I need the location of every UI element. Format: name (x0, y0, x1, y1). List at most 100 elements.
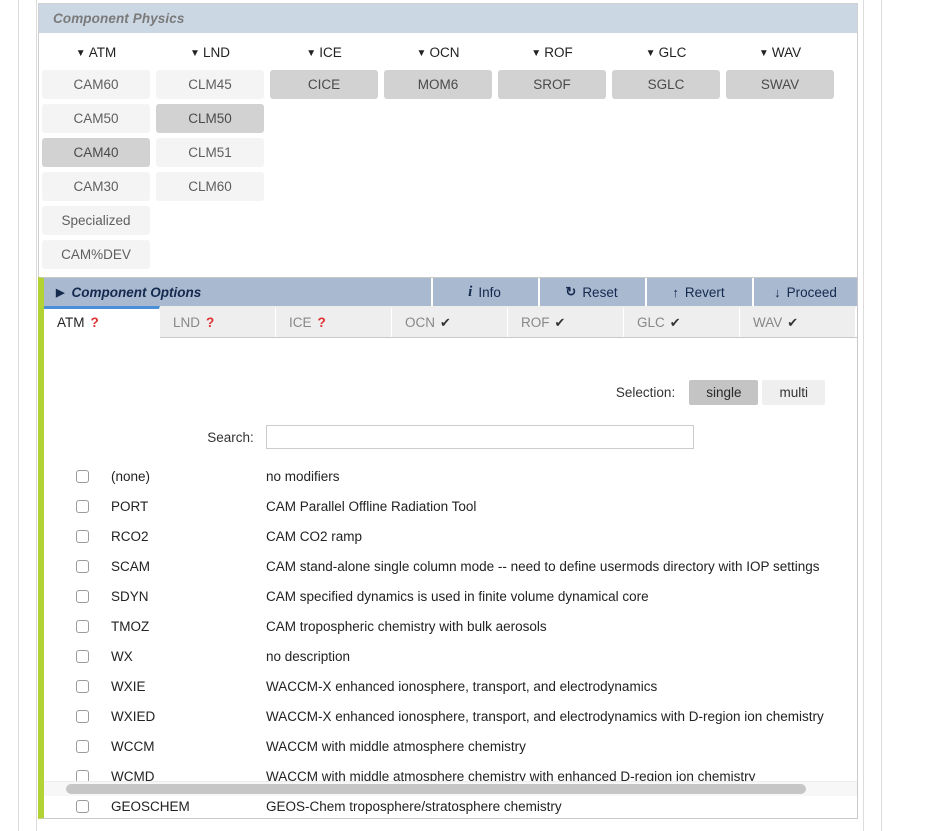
tab-label: ROF (521, 315, 550, 330)
checkbox-wxie[interactable] (76, 680, 89, 693)
triangle-down-icon: ▼ (306, 48, 316, 59)
physics-option-cam60[interactable]: CAM60 (42, 70, 150, 99)
info-button[interactable]: iInfo (431, 278, 536, 306)
triangle-down-icon: ▼ (76, 48, 86, 59)
physics-option-clm51[interactable]: CLM51 (156, 138, 264, 167)
tab-check-icon: ✔ (787, 315, 798, 330)
option-description: CAM CO2 ramp (266, 529, 362, 544)
tab-atm[interactable]: ATM? (44, 306, 160, 338)
revert-up-arrow-icon: ↑ (672, 285, 679, 300)
physics-option-specialized[interactable]: Specialized (42, 206, 150, 235)
tab-label: ATM (57, 315, 85, 330)
horizontal-scrollbar-thumb[interactable] (66, 784, 806, 794)
physics-option-clm50[interactable]: CLM50 (156, 104, 264, 133)
checkbox-wxied[interactable] (76, 710, 89, 723)
physics-column-header-wav[interactable]: ▼WAV (723, 33, 837, 70)
physics-option-swav[interactable]: SWAV (726, 70, 834, 99)
checkbox-scam[interactable] (76, 560, 89, 573)
physics-option-cam40[interactable]: CAM40 (42, 138, 150, 167)
physics-column-header-ocn[interactable]: ▼OCN (381, 33, 495, 70)
tab-question-icon: ? (318, 315, 326, 330)
checkbox--none-[interactable] (76, 470, 89, 483)
option-row[interactable]: WCCMWACCM with middle atmosphere chemist… (44, 731, 857, 761)
physics-column-spacer (381, 104, 495, 118)
proceed-button[interactable]: ↓Proceed (752, 278, 857, 306)
page-rule-right-outer (881, 0, 882, 831)
revert-button-label: Revert (685, 285, 725, 300)
option-row[interactable]: WXIEWACCM-X enhanced ionosphere, transpo… (44, 671, 857, 701)
tab-rof[interactable]: ROF✔ (508, 306, 624, 337)
selection-mode-single[interactable]: single (689, 380, 758, 405)
physics-column-ocn: ▼OCNMOM6 (381, 33, 495, 288)
physics-option-clm45[interactable]: CLM45 (156, 70, 264, 99)
tab-glc[interactable]: GLC✔ (624, 306, 740, 337)
physics-option-clm60[interactable]: CLM60 (156, 172, 264, 201)
option-row[interactable]: SDYNCAM specified dynamics is used in fi… (44, 581, 857, 611)
option-row[interactable]: WXIEDWACCM-X enhanced ionosphere, transp… (44, 701, 857, 731)
tab-ocn[interactable]: OCN✔ (392, 306, 508, 337)
physics-column-wav: ▼WAVSWAV (723, 33, 837, 288)
selection-mode-multi[interactable]: multi (762, 380, 825, 405)
physics-column-spacer (723, 104, 837, 118)
checkbox-tmoz[interactable] (76, 620, 89, 633)
tab-question-icon: ? (206, 315, 214, 330)
checkbox-geoschem[interactable] (76, 800, 89, 813)
option-name: WXIE (89, 679, 266, 694)
physics-option-sglc[interactable]: SGLC (612, 70, 720, 99)
option-row[interactable]: RCO2CAM CO2 ramp (44, 521, 857, 551)
checkbox-wccm[interactable] (76, 740, 89, 753)
option-row[interactable]: WXno description (44, 641, 857, 671)
page-rule-left-outer (18, 0, 19, 831)
physics-column-spacer (153, 206, 267, 220)
physics-option-mom6[interactable]: MOM6 (384, 70, 492, 99)
component-options-list: (none)no modifiersPORTCAM Parallel Offli… (44, 461, 857, 818)
triangle-down-icon: ▼ (759, 48, 769, 59)
proceed-down-arrow-icon: ↓ (774, 285, 781, 300)
triangle-down-icon: ▼ (646, 48, 656, 59)
tab-label: WAV (753, 315, 782, 330)
physics-column-header-rof[interactable]: ▼ROF (495, 33, 609, 70)
physics-column-header-ice[interactable]: ▼ICE (267, 33, 381, 70)
option-row[interactable]: PORTCAM Parallel Offline Radiation Tool (44, 491, 857, 521)
physics-column-header-label: LND (203, 45, 230, 60)
physics-option-cam30[interactable]: CAM30 (42, 172, 150, 201)
option-row[interactable]: SCAMCAM stand-alone single column mode -… (44, 551, 857, 581)
tab-label: ICE (289, 315, 312, 330)
checkbox-sdyn[interactable] (76, 590, 89, 603)
option-name: GEOSCHEM (89, 799, 266, 814)
physics-option-cice[interactable]: CICE (270, 70, 378, 99)
revert-button[interactable]: ↑ Revert (645, 278, 750, 306)
physics-column-spacer (495, 104, 609, 118)
search-input[interactable] (266, 425, 694, 449)
physics-column-ice: ▼ICECICE (267, 33, 381, 288)
tab-ice[interactable]: ICE? (276, 306, 392, 337)
horizontal-scrollbar-track[interactable] (44, 781, 857, 796)
physics-option-cam50[interactable]: CAM50 (42, 104, 150, 133)
physics-column-header-lnd[interactable]: ▼LND (153, 33, 267, 70)
checkbox-rco2[interactable] (76, 530, 89, 543)
checkbox-wx[interactable] (76, 650, 89, 663)
reset-button[interactable]: ↻Reset (538, 278, 643, 306)
physics-column-spacer (609, 104, 723, 118)
page-rule-right-inner (863, 0, 864, 831)
physics-column-header-atm[interactable]: ▼ATM (39, 33, 153, 70)
checkbox-port[interactable] (76, 500, 89, 513)
physics-column-header-label: ROF (544, 45, 573, 60)
atm-tab-panel: Selection: single multi Search: (none)no… (44, 338, 857, 818)
physics-option-cam-dev[interactable]: CAM%DEV (42, 240, 150, 269)
option-name: SDYN (89, 589, 266, 604)
physics-option-srof[interactable]: SROF (498, 70, 606, 99)
search-row: Search: (44, 405, 857, 449)
option-description: CAM Parallel Offline Radiation Tool (266, 499, 476, 514)
option-row[interactable]: (none)no modifiers (44, 461, 857, 491)
triangle-down-icon: ▼ (417, 48, 427, 59)
option-name: SCAM (89, 559, 266, 574)
tab-check-icon: ✔ (670, 315, 681, 330)
tab-wav[interactable]: WAV ✔ (740, 306, 856, 337)
physics-column-header-glc[interactable]: ▼GLC (609, 33, 723, 70)
tab-lnd[interactable]: LND? (160, 306, 276, 337)
component-options-title[interactable]: ▶ Component Options (44, 278, 429, 306)
option-name: RCO2 (89, 529, 266, 544)
option-row[interactable]: TMOZCAM tropospheric chemistry with bulk… (44, 611, 857, 641)
option-description: WACCM-X enhanced ionosphere, transport, … (266, 679, 657, 694)
